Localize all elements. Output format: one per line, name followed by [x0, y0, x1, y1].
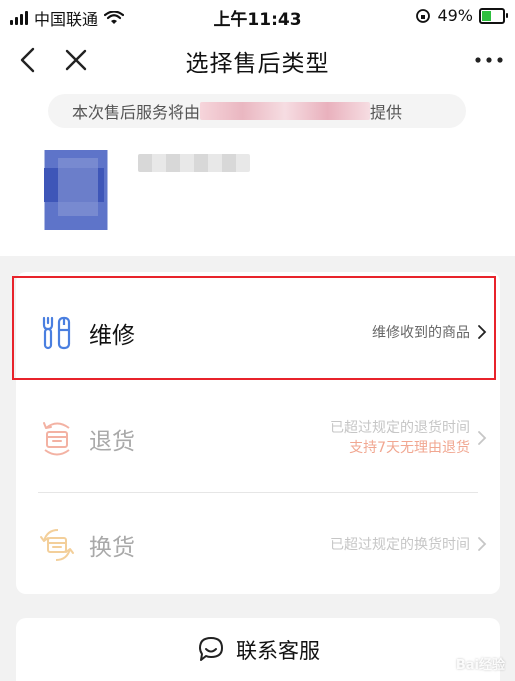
return-desc: 已超过规定的退货时间 支持7天无理由退货 [330, 418, 470, 458]
service-provider-notice: 本次售后服务将由 提供 [48, 94, 466, 128]
status-right: 49% [415, 6, 508, 25]
repair-desc: 维修收到的商品 [372, 325, 470, 341]
product-section: 本次售后服务将由 提供 [0, 88, 515, 256]
notice-prefix: 本次售后服务将由 [72, 103, 201, 122]
redacted-provider-name [200, 102, 371, 120]
after-sale-options: 维修 维修收到的商品 退货 已超过规定的退货时间 支持7天无理由退货 换货 已超… [16, 272, 500, 594]
notice-suffix: 提供 [370, 103, 403, 122]
customer-service-label: 联系客服 [236, 638, 320, 663]
more-dots-icon [475, 57, 503, 63]
option-return[interactable]: 退货 已超过规定的退货时间 支持7天无理由退货 [16, 386, 500, 492]
return-desc-line1: 已超过规定的退货时间 [330, 420, 470, 436]
return-label: 退货 [89, 429, 135, 455]
exchange-label: 换货 [89, 535, 135, 561]
wrench-icon [42, 316, 71, 350]
watermark: Bai经验 [455, 658, 505, 673]
redacted-product-name [138, 154, 250, 172]
return-desc-line2: 支持7天无理由退货 [349, 440, 470, 456]
status-bar: 中国联通 上午11:43 49% [0, 0, 515, 32]
exchange-box-icon [40, 529, 74, 561]
battery-percent: 49% [437, 6, 473, 25]
contact-customer-service-button[interactable]: 联系客服 [16, 618, 500, 681]
battery-icon [479, 7, 508, 24]
return-box-icon [43, 422, 70, 456]
nav-header: 选择售后类型 [0, 32, 515, 88]
chevron-right-icon [478, 431, 487, 445]
option-exchange[interactable]: 换货 已超过规定的换货时间 [16, 492, 500, 598]
chevron-right-icon [478, 325, 487, 339]
exchange-desc: 已超过规定的换货时间 [330, 537, 470, 553]
option-repair[interactable]: 维修 维修收到的商品 [16, 280, 500, 386]
customer-service-icon [199, 636, 223, 661]
page-title: 选择售后类型 [185, 51, 330, 77]
repair-label: 维修 [89, 323, 135, 349]
orientation-lock-icon [416, 8, 431, 23]
product-image [30, 150, 122, 230]
chevron-right-icon [478, 537, 487, 551]
more-button[interactable] [471, 42, 507, 78]
